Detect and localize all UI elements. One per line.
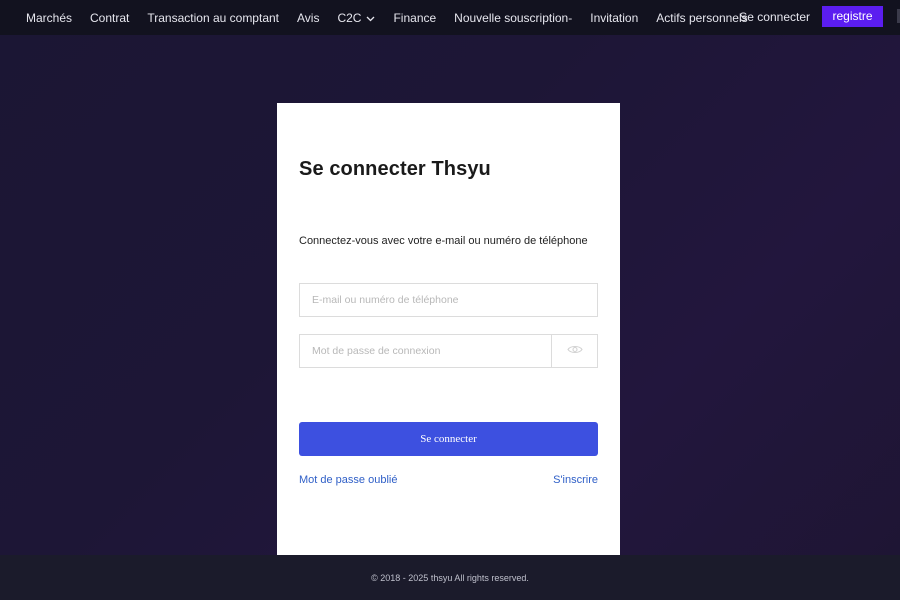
login-title: Se connecter Thsyu xyxy=(299,158,491,180)
page-footer: © 2018 - 2025 thsyu All rights reserved. xyxy=(0,555,900,600)
top-navigation: Marchés Contrat Transaction au comptant … xyxy=(0,0,900,35)
nav-item-invitation[interactable]: Invitation xyxy=(590,11,638,25)
login-card: Se connecter Thsyu Connectez-vous avec v… xyxy=(277,103,620,555)
nav-item-c2c[interactable]: C2C xyxy=(337,11,375,25)
nav-auth-area: Se connecter registre xyxy=(739,6,883,27)
email-input[interactable] xyxy=(300,284,597,316)
chevron-down-icon xyxy=(366,11,375,25)
nav-item-actifs-personnels[interactable]: Actifs personnels xyxy=(656,11,747,25)
nav-item-finance[interactable]: Finance xyxy=(393,11,436,25)
register-button[interactable]: registre xyxy=(822,6,883,27)
nav-item-transaction-au-comptant[interactable]: Transaction au comptant xyxy=(147,11,279,25)
nav-item-marches[interactable]: Marchés xyxy=(26,11,72,25)
login-submit-button[interactable]: Se connecter xyxy=(299,422,598,456)
password-input[interactable] xyxy=(300,335,552,367)
nav-login-link[interactable]: Se connecter xyxy=(739,10,810,24)
eye-icon xyxy=(566,342,583,360)
login-subtitle: Connectez-vous avec votre e-mail ou numé… xyxy=(299,235,588,247)
nav-item-avis[interactable]: Avis xyxy=(297,11,319,25)
password-field-wrapper xyxy=(299,334,598,368)
signup-link[interactable]: S'inscrire xyxy=(553,474,598,486)
copyright-text: © 2018 - 2025 thsyu All rights reserved. xyxy=(371,572,529,583)
nav-item-c2c-label: C2C xyxy=(337,10,362,25)
forgot-password-link[interactable]: Mot de passe oublié xyxy=(299,474,397,486)
email-field-wrapper xyxy=(299,283,598,317)
nav-item-contrat[interactable]: Contrat xyxy=(90,11,129,25)
nav-item-nouvelle-souscription[interactable]: Nouvelle souscription- xyxy=(454,11,572,25)
password-visibility-toggle[interactable] xyxy=(551,335,597,367)
